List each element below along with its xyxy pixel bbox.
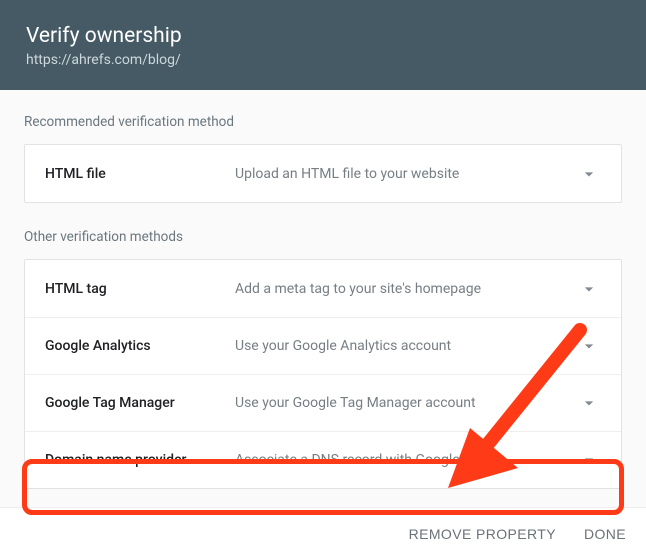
dialog-header: Verify ownership https://ahrefs.com/blog… <box>0 0 646 90</box>
method-desc: Use your Google Analytics account <box>235 338 577 354</box>
method-title: HTML file <box>45 166 235 182</box>
method-html-tag[interactable]: HTML tag Add a meta tag to your site's h… <box>25 260 621 317</box>
other-methods-card: HTML tag Add a meta tag to your site's h… <box>24 259 622 489</box>
method-domain-name-provider[interactable]: Domain name provider Associate a DNS rec… <box>25 431 621 488</box>
other-section-label: Other verification methods <box>24 229 622 245</box>
recommended-card: HTML file Upload an HTML file to your we… <box>24 144 622 203</box>
remove-property-button[interactable]: Remove property <box>409 526 556 542</box>
chevron-down-icon <box>577 391 601 415</box>
method-title: Google Tag Manager <box>45 395 235 411</box>
chevron-down-icon <box>577 162 601 186</box>
method-desc: Use your Google Tag Manager account <box>235 395 577 411</box>
dialog-subtitle: https://ahrefs.com/blog/ <box>26 52 620 68</box>
method-google-analytics[interactable]: Google Analytics Use your Google Analyti… <box>25 317 621 374</box>
method-desc: Upload an HTML file to your website <box>235 166 577 182</box>
method-title: Google Analytics <box>45 338 235 354</box>
chevron-down-icon <box>577 334 601 358</box>
method-desc: Add a meta tag to your site's homepage <box>235 281 577 297</box>
method-desc: Associate a DNS record with Google <box>235 452 577 468</box>
recommended-section-label: Recommended verification method <box>24 114 622 130</box>
dialog-footer: Remove property Done <box>0 507 646 559</box>
dialog-title: Verify ownership <box>26 24 620 48</box>
chevron-down-icon <box>577 448 601 472</box>
done-button[interactable]: Done <box>584 526 626 542</box>
dialog-content: Recommended verification method HTML fil… <box>0 90 646 489</box>
method-html-file[interactable]: HTML file Upload an HTML file to your we… <box>25 145 621 202</box>
method-title: Domain name provider <box>45 452 235 468</box>
method-google-tag-manager[interactable]: Google Tag Manager Use your Google Tag M… <box>25 374 621 431</box>
chevron-down-icon <box>577 277 601 301</box>
method-title: HTML tag <box>45 281 235 297</box>
